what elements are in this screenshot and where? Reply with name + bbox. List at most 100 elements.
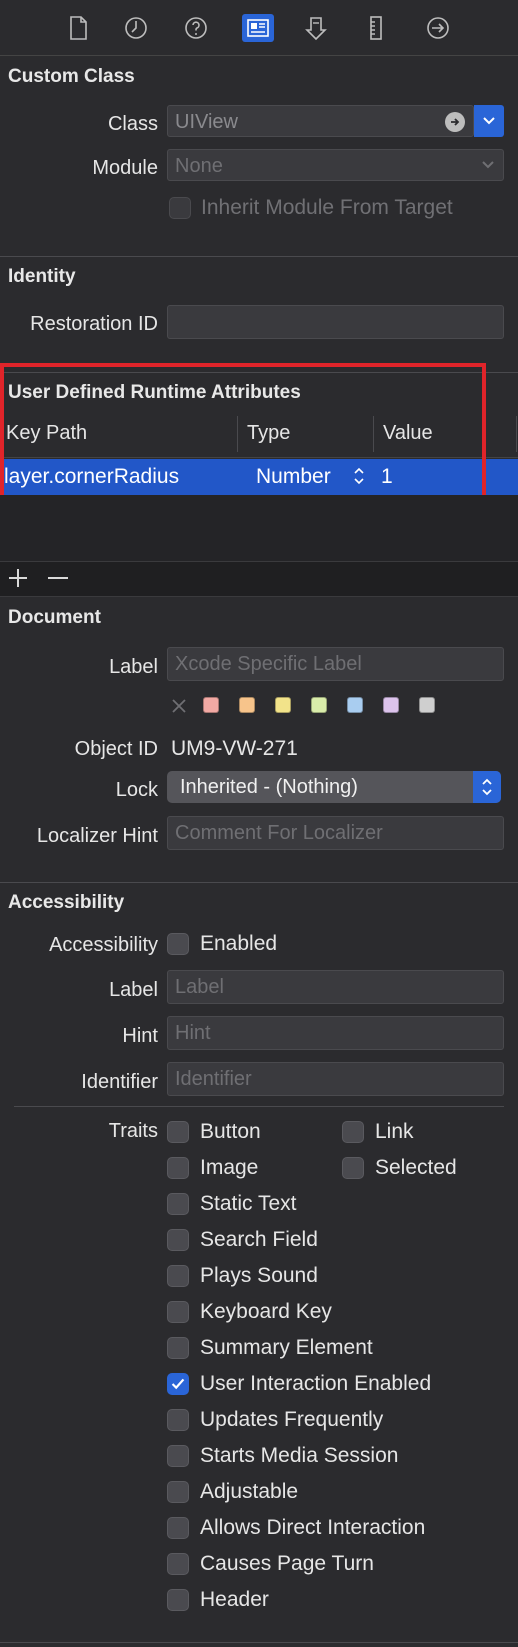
hint-label: Hint — [122, 1025, 158, 1047]
trait-label: Updates Frequently — [200, 1408, 384, 1431]
color-swatch[interactable] — [203, 697, 219, 713]
trait-checkbox[interactable] — [167, 1481, 189, 1503]
file-icon[interactable] — [64, 14, 92, 42]
trait-checkbox[interactable] — [167, 1409, 189, 1431]
trait-checkbox[interactable] — [167, 1229, 189, 1251]
trait-checkbox[interactable] — [167, 1121, 189, 1143]
trait-checkbox[interactable] — [342, 1121, 364, 1143]
identifier-label: Identifier — [81, 1071, 158, 1093]
accessibility-title: Accessibility — [8, 892, 125, 913]
trait-label: Search Field — [200, 1228, 318, 1251]
section-divider — [0, 882, 518, 883]
module-combo-field[interactable]: None — [167, 149, 504, 181]
module-label: Module — [92, 157, 158, 179]
trait-label: Summary Element — [200, 1336, 373, 1359]
identity-title: Identity — [8, 266, 76, 287]
add-attribute-button[interactable] — [6, 566, 30, 590]
trait-checkbox[interactable] — [167, 1553, 189, 1575]
attributes-inspector-icon[interactable] — [302, 14, 330, 42]
trait-label: Plays Sound — [200, 1264, 318, 1287]
accessibility-label: Accessibility — [49, 934, 158, 956]
arrow-right-circle-icon[interactable] — [445, 112, 465, 132]
class-dropdown-button[interactable] — [474, 105, 504, 137]
identity-inspector-icon[interactable] — [242, 14, 274, 42]
class-combo-field[interactable]: UIView — [167, 105, 474, 137]
localizer-hint-label: Localizer Hint — [36, 825, 158, 847]
accessibility-label-input[interactable]: Label — [167, 970, 504, 1004]
help-icon[interactable] — [182, 14, 210, 42]
trait-checkbox[interactable] — [167, 1589, 189, 1611]
trait-checkbox[interactable] — [167, 1265, 189, 1287]
module-value: None — [175, 155, 223, 177]
chevron-down-icon — [483, 117, 495, 125]
size-inspector-icon[interactable] — [362, 14, 390, 42]
color-swatch[interactable] — [275, 697, 291, 713]
trait-checkbox[interactable] — [167, 1373, 189, 1395]
traits-divider — [14, 1106, 504, 1107]
trait-label: Starts Media Session — [200, 1444, 399, 1467]
trait-checkbox[interactable] — [167, 1517, 189, 1539]
inherit-module-checkbox[interactable] — [169, 197, 191, 219]
trait-checkbox[interactable] — [342, 1157, 364, 1179]
trait-checkbox[interactable] — [167, 1301, 189, 1323]
trait-checkbox[interactable] — [167, 1337, 189, 1359]
chevron-down-icon[interactable] — [473, 150, 503, 180]
restoration-id-input[interactable] — [167, 305, 504, 339]
lock-value: Inherited - (Nothing) — [180, 776, 358, 798]
section-divider — [0, 256, 518, 257]
color-swatch[interactable] — [239, 697, 255, 713]
trait-checkbox[interactable] — [167, 1193, 189, 1215]
table-controls-bar — [0, 561, 518, 597]
class-label: Class — [107, 113, 158, 135]
color-swatch[interactable] — [311, 697, 327, 713]
column-separator — [516, 416, 517, 452]
lock-popup-button[interactable]: Inherited - (Nothing) — [167, 771, 501, 803]
trait-label: Static Text — [200, 1192, 297, 1215]
plus-icon — [9, 569, 27, 587]
trait-checkbox[interactable] — [167, 1157, 189, 1179]
remove-attribute-button[interactable] — [46, 566, 70, 590]
section-divider — [0, 1642, 518, 1643]
accessibility-enabled-checkbox[interactable] — [167, 933, 189, 955]
checkmark-icon — [171, 1378, 185, 1390]
trait-label: Selected — [375, 1156, 457, 1179]
trait-label: Adjustable — [200, 1480, 299, 1503]
clear-color-icon[interactable] — [171, 697, 187, 713]
lock-label: Lock — [115, 779, 158, 801]
object-id-value: UM9-VW-271 — [171, 737, 298, 760]
document-label-label: Label — [109, 656, 158, 678]
color-swatch[interactable] — [383, 697, 399, 713]
identifier-input[interactable]: Identifier — [167, 1062, 504, 1096]
class-value: UIView — [175, 111, 238, 133]
inherit-module-label: Inherit Module From Target — [201, 196, 453, 219]
hint-input[interactable]: Hint — [167, 1016, 504, 1050]
trait-label: Header — [200, 1588, 269, 1611]
color-swatch[interactable] — [347, 697, 363, 713]
document-label-input[interactable]: Xcode Specific Label — [167, 647, 504, 681]
object-id-label: Object ID — [74, 738, 158, 760]
localizer-hint-input[interactable]: Comment For Localizer — [167, 816, 504, 850]
connections-icon[interactable] — [424, 14, 452, 42]
trait-label: Allows Direct Interaction — [200, 1516, 426, 1539]
color-swatches — [203, 697, 443, 715]
traits-label: Traits — [108, 1120, 158, 1142]
highlight-annotation-box — [0, 363, 486, 503]
color-swatch[interactable] — [419, 697, 435, 713]
trait-label: Keyboard Key — [200, 1300, 332, 1323]
inspector-toolbar — [0, 0, 518, 56]
trait-label: Image — [200, 1156, 259, 1179]
minus-icon — [48, 577, 68, 579]
trait-label: Link — [375, 1120, 414, 1143]
accessibility-enabled-label: Enabled — [200, 932, 278, 955]
trait-checkbox[interactable] — [167, 1445, 189, 1467]
trait-label: Causes Page Turn — [200, 1552, 374, 1575]
trait-label: Button — [200, 1120, 261, 1143]
trait-label: User Interaction Enabled — [200, 1372, 432, 1395]
document-title: Document — [8, 607, 101, 628]
restoration-id-label: Restoration ID — [30, 313, 158, 335]
history-icon[interactable] — [122, 14, 150, 42]
table-empty-area — [0, 495, 518, 561]
custom-class-title: Custom Class — [8, 66, 135, 87]
accessibility-label-label: Label — [109, 979, 158, 1001]
updown-chevron-icon[interactable] — [473, 771, 501, 803]
